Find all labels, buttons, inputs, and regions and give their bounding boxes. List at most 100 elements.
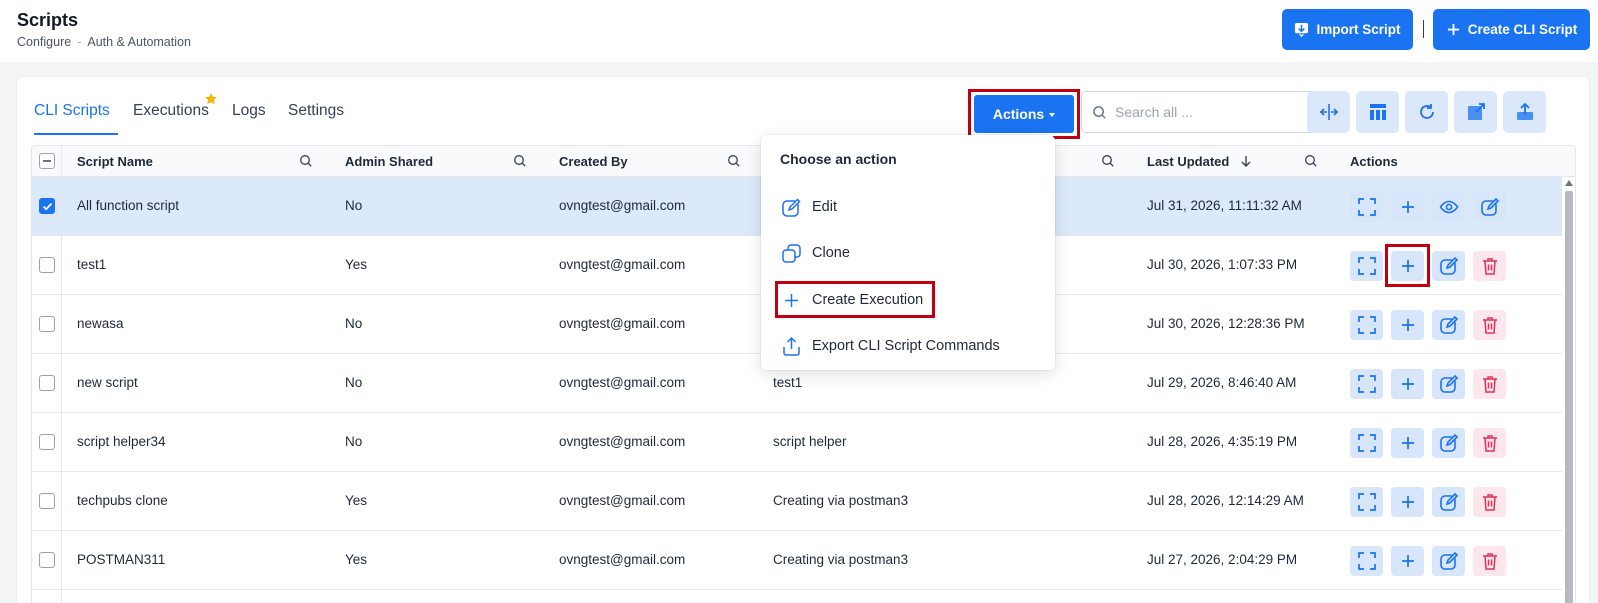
eye-icon — [1439, 200, 1458, 214]
search-icon[interactable] — [299, 154, 313, 168]
edit-button[interactable] — [1432, 546, 1465, 576]
breadcrumb-auth-automation[interactable]: Auth & Automation — [87, 35, 191, 49]
menu-item-export-cli-script-commands[interactable]: Export CLI Script Commands — [781, 335, 1000, 357]
search-box[interactable] — [1081, 91, 1321, 133]
cell-script-name[interactable]: new script — [77, 375, 138, 390]
expand-button[interactable] — [1350, 369, 1383, 399]
table-row[interactable]: techpubs clone Yes ovngtest@gmail.com Cr… — [32, 472, 1562, 531]
row-checkbox[interactable] — [39, 375, 55, 391]
checkbox-column-divider — [61, 146, 62, 603]
expand-button[interactable] — [1350, 192, 1383, 222]
create-cli-script-button[interactable]: Create CLI Script — [1433, 9, 1590, 50]
add-execution-button[interactable] — [1391, 310, 1424, 340]
add-execution-button[interactable] — [1391, 369, 1424, 399]
split-columns-button[interactable] — [1307, 91, 1350, 133]
cell-created-by: ovngtest@gmail.com — [559, 434, 686, 449]
edit-button[interactable] — [1432, 310, 1465, 340]
edit-button[interactable] — [1432, 428, 1465, 458]
column-header-admin-shared[interactable]: Admin Shared — [345, 154, 433, 169]
row-checkbox[interactable] — [39, 198, 55, 214]
actions-button-label: Actions — [992, 106, 1045, 122]
add-execution-button[interactable] — [1391, 546, 1424, 576]
tab-executions[interactable]: Executions — [133, 102, 209, 120]
cell-created-by: ovngtest@gmail.com — [559, 198, 686, 213]
delete-button[interactable] — [1473, 428, 1506, 458]
search-icon[interactable] — [513, 154, 527, 168]
expand-button[interactable] — [1350, 251, 1383, 281]
cell-admin-shared: Yes — [345, 257, 368, 272]
tab-settings[interactable]: Settings — [288, 102, 344, 120]
actions-dropdown-menu: Choose an action Edit Clone Create Execu… — [761, 135, 1055, 370]
plus-icon — [1401, 496, 1414, 508]
delete-button[interactable] — [1473, 487, 1506, 517]
add-execution-button[interactable] — [1391, 487, 1424, 517]
row-checkbox[interactable] — [39, 552, 55, 568]
row-checkbox[interactable] — [39, 316, 55, 332]
edit-button[interactable] — [1473, 192, 1506, 222]
delete-button[interactable] — [1473, 251, 1506, 281]
cell-script-name[interactable]: test1 — [77, 257, 106, 272]
edit-button[interactable] — [1432, 487, 1465, 517]
cell-script-name[interactable]: All function script — [77, 198, 179, 213]
star-icon — [205, 93, 217, 105]
plus-icon — [1401, 201, 1414, 213]
menu-item-edit[interactable]: Edit — [781, 196, 837, 218]
expand-button[interactable] — [1350, 310, 1383, 340]
refresh-button[interactable] — [1405, 91, 1448, 133]
row-checkbox[interactable] — [39, 257, 55, 273]
add-execution-button[interactable] — [1391, 428, 1424, 458]
expand-icon — [1357, 493, 1376, 511]
upload-button[interactable] — [1503, 91, 1546, 133]
row-checkbox[interactable] — [39, 434, 55, 450]
select-all-checkbox[interactable] — [39, 153, 55, 169]
table-row[interactable]: POSTMAN311 Yes ovngtest@gmail.com Creati… — [32, 531, 1562, 590]
breadcrumb-configure[interactable]: Configure — [17, 35, 71, 49]
active-tab-indicator — [34, 133, 118, 135]
cell-script-name[interactable]: techpubs clone — [77, 493, 168, 508]
table-layout-icon — [1369, 104, 1386, 120]
cell-last-updated: Jul 31, 2026, 11:11:32 AM — [1147, 198, 1302, 213]
table-layout-button[interactable] — [1356, 91, 1399, 133]
cell-script-name[interactable]: newasa — [77, 316, 124, 331]
table-row[interactable]: script helper34 No ovngtest@gmail.com sc… — [32, 413, 1562, 472]
column-header-last-updated[interactable]: Last Updated — [1147, 154, 1229, 169]
delete-button[interactable] — [1473, 546, 1506, 576]
search-input[interactable] — [1115, 104, 1305, 120]
expand-icon — [1357, 316, 1376, 334]
delete-button[interactable] — [1473, 310, 1506, 340]
delete-button[interactable] — [1473, 369, 1506, 399]
table-scrollbar[interactable] — [1563, 177, 1575, 603]
expand-icon — [1357, 198, 1376, 216]
add-execution-button[interactable] — [1391, 192, 1424, 222]
menu-item-clone[interactable]: Clone — [781, 242, 850, 264]
edit-button[interactable] — [1432, 251, 1465, 281]
edit-icon — [1439, 551, 1458, 570]
sort-desc-icon[interactable] — [1239, 154, 1253, 168]
scroll-up-icon[interactable] — [1565, 180, 1573, 186]
actions-button[interactable]: Actions — [974, 95, 1074, 133]
tab-cli-scripts[interactable]: CLI Scripts — [34, 102, 110, 120]
expand-button[interactable] — [1350, 546, 1383, 576]
import-script-button[interactable]: Import Script — [1282, 9, 1413, 50]
expand-icon — [1357, 257, 1376, 275]
row-checkbox[interactable] — [39, 493, 55, 509]
scroll-thumb[interactable] — [1565, 191, 1573, 603]
cell-script-name[interactable]: script helper34 — [77, 434, 166, 449]
edit-icon — [1439, 433, 1458, 452]
cell-script-name[interactable]: POSTMAN311 — [77, 552, 165, 567]
search-icon[interactable] — [727, 154, 741, 168]
cell-last-updated: Jul 28, 2026, 12:14:29 AM — [1147, 493, 1304, 508]
edit-button[interactable] — [1432, 369, 1465, 399]
create-execution-highlight — [775, 281, 935, 318]
expand-button[interactable] — [1350, 487, 1383, 517]
tab-logs[interactable]: Logs — [232, 102, 266, 120]
view-button[interactable] — [1432, 192, 1465, 222]
column-header-script-name[interactable]: Script Name — [77, 154, 153, 169]
column-header-created-by[interactable]: Created By — [559, 154, 628, 169]
search-icon[interactable] — [1101, 154, 1115, 168]
edit-icon — [1439, 256, 1458, 275]
expand-button[interactable] — [1350, 428, 1383, 458]
search-icon[interactable] — [1304, 154, 1318, 168]
external-link-button[interactable] — [1454, 91, 1497, 133]
header-divider — [1423, 20, 1424, 38]
